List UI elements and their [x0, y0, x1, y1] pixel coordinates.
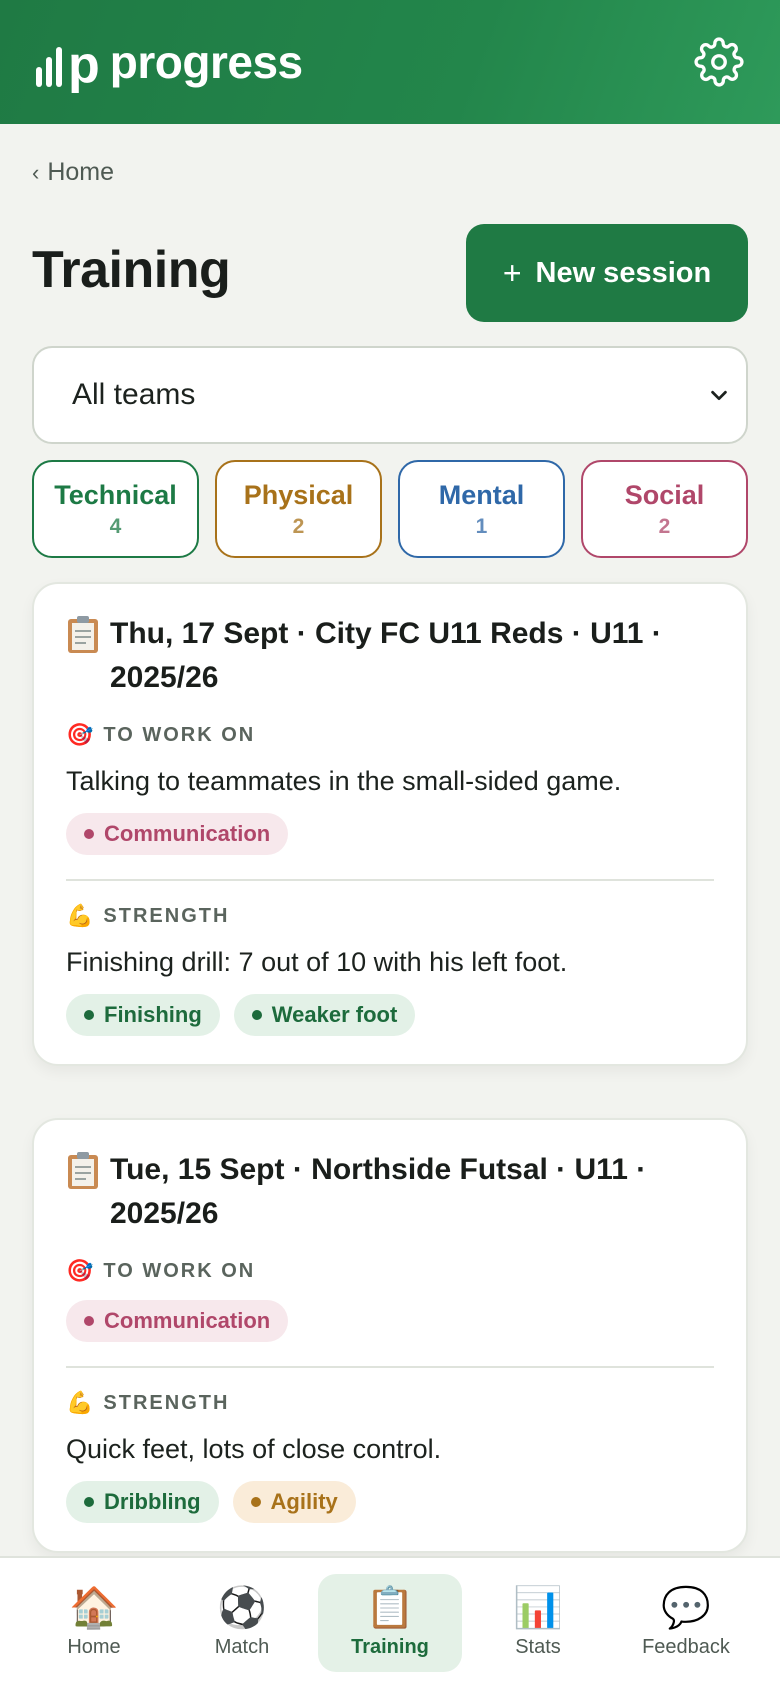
plus-icon: +	[502, 254, 522, 291]
clipboard-icon: 📋	[365, 1585, 415, 1630]
session-card[interactable]: Thu, 17 Sept · City FC U11 Reds · U11 · …	[32, 582, 748, 1066]
tag-label: Communication	[104, 821, 271, 846]
category-count: 1	[475, 514, 488, 538]
session-title: Tue, 15 Sept · Northside Futsal · U11 · …	[110, 1153, 647, 1230]
page-title: Training	[32, 241, 231, 299]
brand-logo[interactable]: p progress	[36, 35, 303, 91]
chevron-left-icon: ‹	[32, 159, 40, 185]
nav-match[interactable]: ⚽ Match	[170, 1574, 314, 1672]
team-select[interactable]: All teams	[32, 346, 748, 444]
category-mental[interactable]: Mental 1	[398, 460, 565, 558]
tag-label: Communication	[104, 1308, 271, 1333]
nav-stats[interactable]: 📊 Stats	[466, 1574, 610, 1672]
tag-chip: Communication	[66, 1300, 289, 1342]
target-icon: 🎯	[66, 1258, 94, 1283]
category-social[interactable]: Social 2	[581, 460, 748, 558]
new-session-label: New session	[535, 256, 712, 289]
category-name: Physical	[243, 479, 354, 510]
tag-label: Finishing	[104, 1002, 202, 1027]
strength-note: Finishing drill: 7 out of 10 with his le…	[66, 947, 568, 977]
soccer-ball-icon: ⚽	[217, 1585, 267, 1630]
nav-label: Training	[351, 1635, 429, 1658]
logo-letter: p	[68, 36, 100, 94]
tag-chip: Agility	[232, 1481, 356, 1523]
tag-chip: Dribbling	[66, 1481, 219, 1523]
tag-label: Weaker foot	[271, 1002, 398, 1027]
nav-label: Stats	[515, 1635, 561, 1658]
category-name: Mental	[438, 479, 525, 510]
speech-bubble-icon: 💬	[661, 1585, 711, 1630]
category-count: 2	[292, 514, 305, 538]
session-title: Thu, 17 Sept · City FC U11 Reds · U11 · …	[110, 617, 662, 694]
category-technical[interactable]: Technical 4	[32, 460, 199, 558]
nav-label: Home	[67, 1635, 121, 1658]
flexed-biceps-icon: 💪	[66, 1390, 94, 1415]
clipboard-icon	[68, 616, 98, 653]
team-select-value: All teams	[72, 378, 196, 411]
tag-label: Agility	[270, 1489, 338, 1514]
target-icon: 🎯	[66, 722, 94, 747]
new-session-button[interactable]: + New session	[466, 224, 748, 322]
tag-chip: Communication	[66, 813, 289, 855]
clipboard-icon	[68, 1152, 98, 1189]
work-on-note: Talking to teammates in the small-sided …	[66, 766, 622, 796]
category-filters: Technical 4 Physical 2 Mental 1 Social 2	[32, 460, 748, 558]
house-icon: 🏠	[69, 1585, 119, 1630]
nav-home[interactable]: 🏠 Home	[22, 1574, 166, 1672]
tag-chip: Weaker foot	[233, 994, 416, 1036]
nav-label: Match	[214, 1635, 270, 1658]
bar-chart-icon: 📊	[513, 1585, 563, 1630]
chevron-down-icon	[711, 390, 727, 401]
strength-label: STRENGTH	[103, 1391, 230, 1414]
category-count: 4	[109, 514, 122, 538]
divider	[66, 879, 714, 881]
logo-mark: p	[36, 37, 100, 91]
flexed-biceps-icon: 💪	[66, 903, 94, 928]
work-on-label: TO WORK ON	[103, 1259, 256, 1282]
brand-name: progress	[109, 36, 303, 88]
nav-feedback[interactable]: 💬 Feedback	[614, 1574, 758, 1672]
tag-chip: Finishing	[66, 994, 220, 1036]
work-on-label: TO WORK ON	[103, 723, 256, 746]
bottom-nav: 🏠 Home ⚽ Match 📋 Training 📊 Stats 💬 Feed…	[0, 1556, 780, 1688]
strength-label: STRENGTH	[103, 904, 230, 927]
category-physical[interactable]: Physical 2	[215, 460, 382, 558]
tag-label: Dribbling	[104, 1489, 201, 1514]
divider	[66, 1366, 714, 1368]
back-link[interactable]: ‹ Home	[32, 158, 114, 187]
nav-training[interactable]: 📋 Training	[318, 1574, 462, 1672]
back-label: Home	[47, 158, 115, 186]
category-name: Social	[624, 479, 705, 510]
session-card[interactable]: Tue, 15 Sept · Northside Futsal · U11 · …	[32, 1118, 748, 1553]
app-header: p progress	[0, 0, 780, 124]
strength-note: Quick feet, lots of close control.	[66, 1434, 442, 1464]
nav-label: Feedback	[642, 1635, 730, 1658]
category-name: Technical	[54, 479, 177, 510]
category-count: 2	[658, 514, 671, 538]
gear-icon[interactable]	[694, 37, 744, 87]
